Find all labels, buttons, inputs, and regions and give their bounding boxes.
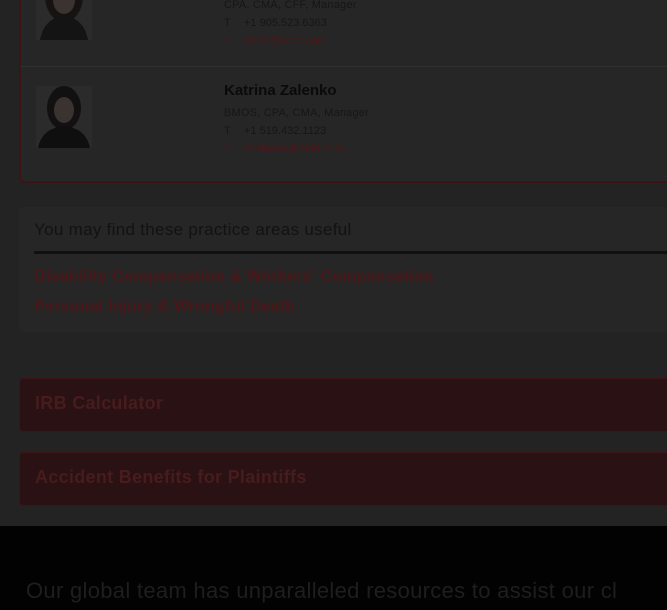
practice-areas-panel: You may find these practice areas useful… [19,207,667,332]
phone-label: T [224,125,231,137]
contact-name-2[interactable]: Katrina Zalenko [224,82,337,99]
footer-tagline: Our global team has unparalleled resourc… [26,578,618,603]
email-link[interactable]: kzalenko@mdd.com [244,143,344,155]
contact-email-2: Ekzalenko@mdd.com [224,143,344,155]
practice-areas-rule [34,251,667,254]
phone-number[interactable]: +1 519.432.1123 [244,125,326,137]
contact-email-1: Eapaci@mdd.com [224,35,327,47]
contact-phone-1: T +1 905.523.6363 [224,17,327,29]
contact-credentials-2: BMOS, CPA, CMA, Manager [224,107,369,119]
accident-benefits-label: Accident Benefits for Plaintiffs [35,467,307,487]
contact-card [19,0,667,183]
irb-calculator-button[interactable]: IRB Calculator [19,378,667,432]
practice-areas-heading: You may find these practice areas useful [34,220,352,239]
contact-photo-1 [36,0,92,40]
email-label: E [224,35,232,47]
practice-link-personal-injury[interactable]: Personal Injury & Wrongful Death [34,298,295,316]
accident-benefits-button[interactable]: Accident Benefits for Plaintiffs [19,452,667,506]
phone-number[interactable]: +1 905.523.6363 [244,17,327,29]
irb-calculator-label: IRB Calculator [35,393,164,413]
contact-divider [20,66,667,67]
phone-label: T [224,17,231,29]
footer: Our global team has unparalleled resourc… [0,526,667,610]
email-label: E [224,143,232,155]
contact-photo-2 [36,86,92,148]
contact-phone-2: T +1 519.432.1123 [224,125,326,137]
contact-credentials-1: CPA, CMA, CFF, Manager [224,0,357,11]
email-link[interactable]: apaci@mdd.com [244,35,327,47]
practice-link-disability[interactable]: Disability Compensation & Workers' Compe… [34,268,434,286]
